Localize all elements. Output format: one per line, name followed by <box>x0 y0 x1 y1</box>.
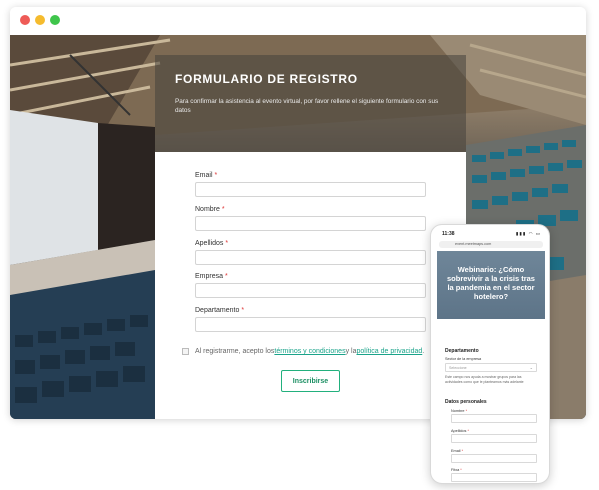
required-marker: * <box>225 240 229 247</box>
phone-apellidos-label: Apellidos * <box>451 429 469 433</box>
phone-sector-select[interactable]: Seleccione ⌄ <box>445 363 537 372</box>
nombre-field[interactable] <box>195 216 426 231</box>
required-marker: * <box>465 409 468 413</box>
close-window-icon[interactable] <box>20 15 30 25</box>
phone-apellidos-field[interactable] <box>451 434 537 443</box>
consent-checkbox[interactable] <box>182 348 189 355</box>
phone-event-title: Webinario: ¿Cómo sobrevivir a la crisis … <box>447 265 535 301</box>
consent-row: Al registrarme, acepto los términos y co… <box>182 348 424 355</box>
phone-section-datos-personales: Datos personales <box>445 399 487 405</box>
phone-time: 11:38 <box>442 231 455 237</box>
form-title: FORMULARIO DE REGISTRO <box>175 72 358 86</box>
phone-event-banner: Webinario: ¿Cómo sobrevivir a la crisis … <box>437 251 545 319</box>
required-marker: * <box>460 468 462 472</box>
departamento-field[interactable] <box>195 317 426 332</box>
signal-battery-icon: ▮▮▮ ◠ ▭ <box>515 231 541 236</box>
required-marker: * <box>214 172 218 179</box>
required-marker: * <box>221 206 225 213</box>
phone-fitxa-label: Fitxa * <box>451 468 462 472</box>
form-header: FORMULARIO DE REGISTRO Para confirmar la… <box>155 55 466 152</box>
privacy-link[interactable]: política de privacidad <box>356 348 422 355</box>
chevron-down-icon: ⌄ <box>529 365 533 370</box>
required-marker: * <box>467 429 469 433</box>
phone-email-field[interactable] <box>451 454 537 463</box>
terms-link[interactable]: términos y condiciones <box>274 348 345 355</box>
consent-suffix: . <box>422 348 425 355</box>
minimize-window-icon[interactable] <box>35 15 45 25</box>
email-label: Email * <box>195 172 218 179</box>
phone-sector-placeholder: Seleccione <box>449 366 467 370</box>
form-subtitle: Para confirmar la asistencia al evento v… <box>175 98 439 114</box>
required-marker: * <box>241 307 245 314</box>
apellidos-field[interactable] <box>195 250 426 265</box>
phone-status-bar: 11:38 ▮▮▮ ◠ ▭ <box>431 225 549 239</box>
phone-fitxa-field[interactable] <box>451 473 537 482</box>
phone-sector-help: Este campo nos ayuda a mostrar grupos pa… <box>445 375 524 384</box>
consent-prefix: Al registrarme, acepto los <box>195 348 275 355</box>
email-field[interactable] <box>195 182 426 197</box>
phone-nombre-field[interactable] <box>451 414 537 423</box>
empresa-field[interactable] <box>195 283 426 298</box>
browser-title-bar <box>10 7 586 35</box>
nombre-label: Nombre * <box>195 206 225 213</box>
empresa-label: Empresa * <box>195 273 228 280</box>
required-marker: * <box>461 449 464 453</box>
phone-email-label: Email * <box>451 449 464 453</box>
maximize-window-icon[interactable] <box>50 15 60 25</box>
required-marker: * <box>224 273 228 280</box>
departamento-label: Departamento * <box>195 307 245 314</box>
registration-form: Email * Nombre * Apellidos * Empresa * D… <box>155 152 466 419</box>
phone-mockup: 11:38 ▮▮▮ ◠ ▭ event.meetmaps.com Webinar… <box>430 224 550 484</box>
consent-middle: y la <box>345 348 357 355</box>
phone-sector-label: Sector de la empresa <box>445 357 482 361</box>
inscribirse-button[interactable]: Inscribirse <box>281 370 340 392</box>
phone-section-departamento: Departamento <box>445 348 479 354</box>
phone-nombre-label: Nombre * <box>451 409 468 413</box>
apellidos-label: Apellidos * <box>195 240 229 247</box>
phone-address-bar[interactable]: event.meetmaps.com <box>439 241 543 248</box>
